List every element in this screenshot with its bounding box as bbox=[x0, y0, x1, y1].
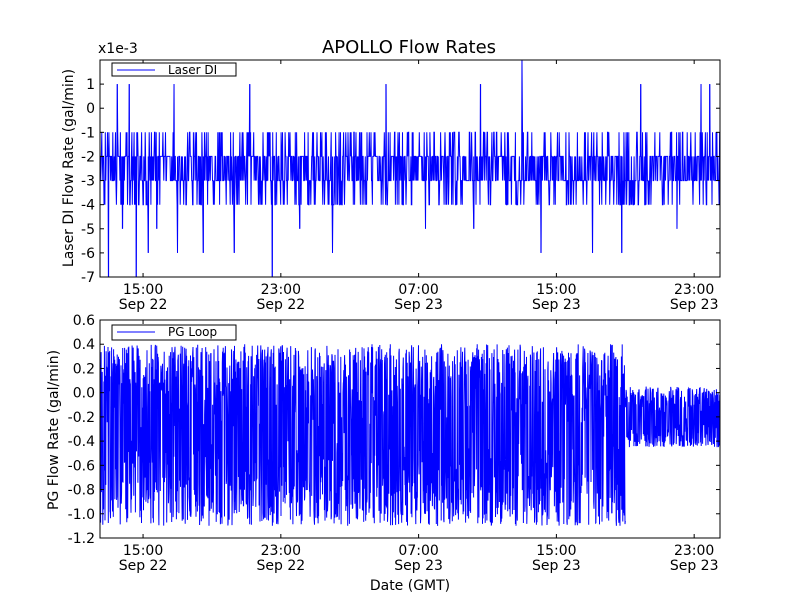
y-tick-label: -0.2 bbox=[68, 410, 95, 426]
y-tick-label: 0.4 bbox=[73, 337, 95, 353]
x-tick-time-label: 23:00 bbox=[674, 543, 714, 559]
chart-figure: APOLLO Flow Rates -7 -6 -5 -4 -3 -2 -1 0 1 15:00… bbox=[0, 0, 800, 600]
legend-label-pg-loop: PG Loop bbox=[168, 325, 217, 339]
y-tick-label: -2 bbox=[81, 149, 95, 165]
x-tick-time-label: 07:00 bbox=[398, 543, 438, 559]
x-tick-date-label: Sep 23 bbox=[670, 297, 719, 313]
y-axis-label-bottom: PG Flow Rate (gal/min) bbox=[46, 350, 62, 510]
x-tick-date-label: Sep 23 bbox=[394, 297, 443, 313]
y-tick-label: -1 bbox=[81, 125, 95, 141]
y-tick-label: 0 bbox=[86, 101, 95, 117]
y-multiplier-label: x1e-3 bbox=[98, 41, 138, 57]
x-tick-date-label: Sep 23 bbox=[670, 558, 719, 574]
chart-title: APOLLO Flow Rates bbox=[322, 37, 496, 58]
x-axis-label: Date (GMT) bbox=[370, 578, 450, 594]
y-tick-label: -5 bbox=[81, 222, 95, 238]
y-tick-label: 1 bbox=[86, 77, 95, 93]
x-tick-time-label: 15:00 bbox=[123, 543, 163, 559]
y-tick-label: -1.2 bbox=[68, 531, 95, 547]
x-tick-time-label: 15:00 bbox=[536, 282, 576, 298]
y-tick-label: -4 bbox=[81, 198, 95, 214]
x-tick-time-label: 07:00 bbox=[398, 282, 438, 298]
x-tick-time-label: 23:00 bbox=[261, 543, 301, 559]
x-tick-date-label: Sep 22 bbox=[119, 558, 168, 574]
y-tick-label: -0.6 bbox=[68, 458, 95, 474]
y-tick-label: -1.0 bbox=[68, 507, 95, 523]
y-tick-label: -6 bbox=[81, 246, 95, 262]
x-tick-time-label: 15:00 bbox=[123, 282, 163, 298]
y-tick-label: -0.8 bbox=[68, 483, 95, 499]
y-tick-label: 0.2 bbox=[73, 361, 95, 377]
y-tick-label: -0.4 bbox=[68, 434, 95, 450]
legend-label-laser-di: Laser DI bbox=[168, 63, 217, 77]
x-tick-date-label: Sep 22 bbox=[257, 297, 306, 313]
x-tick-time-label: 15:00 bbox=[536, 543, 576, 559]
y-tick-label: 0.0 bbox=[73, 386, 95, 402]
y-tick-label: 0.6 bbox=[73, 313, 95, 329]
x-tick-date-label: Sep 23 bbox=[394, 558, 443, 574]
x-tick-time-label: 23:00 bbox=[261, 282, 301, 298]
x-tick-time-label: 23:00 bbox=[674, 282, 714, 298]
y-tick-label: -3 bbox=[81, 174, 95, 190]
legend-bottom: PG Loop bbox=[111, 324, 237, 341]
x-tick-date-label: Sep 23 bbox=[532, 297, 581, 313]
y-axis-label-top: Laser DI Flow Rate (gal/min) bbox=[61, 69, 77, 267]
y-tick-label: -7 bbox=[81, 270, 95, 286]
x-tick-date-label: Sep 23 bbox=[532, 558, 581, 574]
x-tick-date-label: Sep 22 bbox=[257, 558, 306, 574]
legend-top: Laser DI bbox=[111, 62, 237, 77]
x-tick-date-label: Sep 22 bbox=[119, 297, 168, 313]
